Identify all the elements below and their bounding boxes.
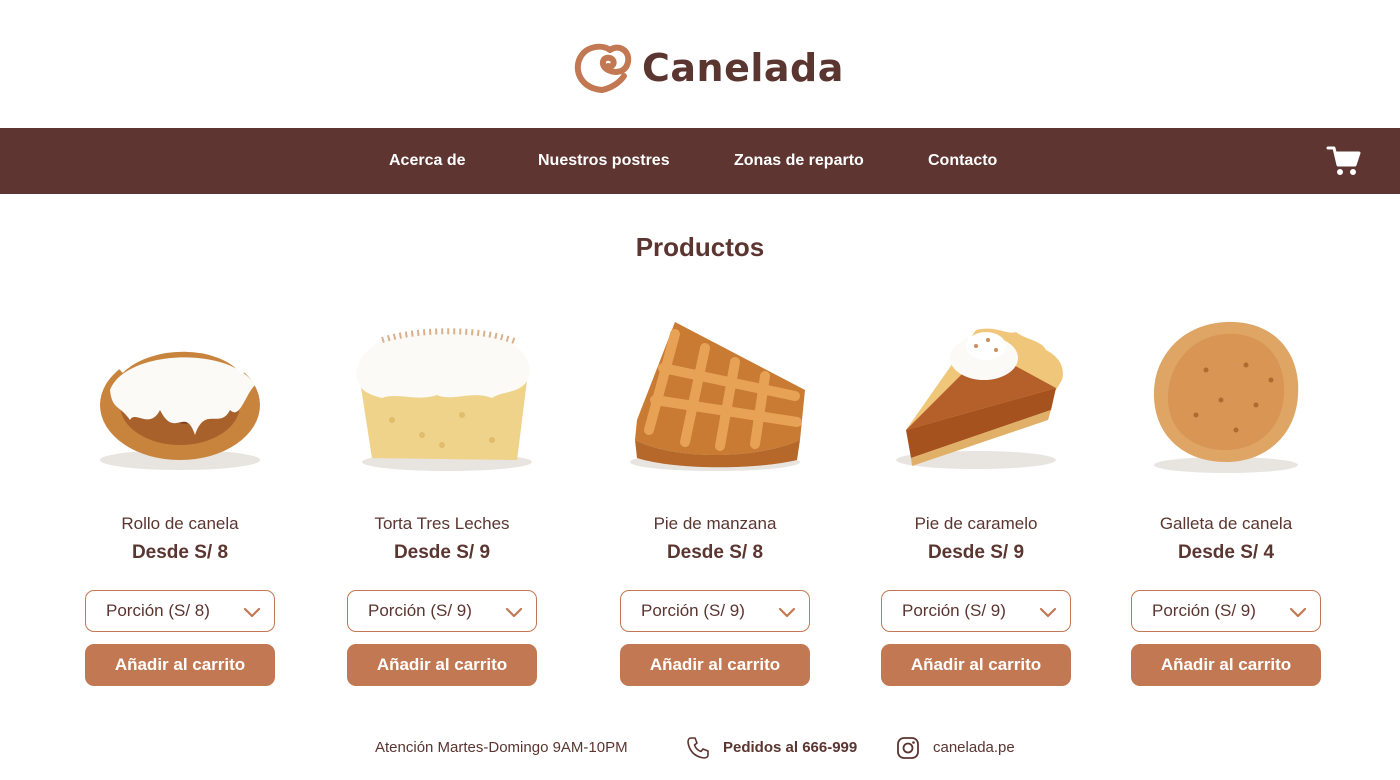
product-price: Desde S/ 9 — [393, 542, 491, 563]
add-to-cart-button[interactable]: Añadir al carrito — [85, 644, 275, 686]
add-to-cart-button[interactable]: Añadir al carrito — [347, 644, 537, 686]
page-title: Productos — [635, 232, 765, 262]
portion-select[interactable]: Porción (S/ 9) — [620, 590, 810, 632]
product-price: Desde S/ 9 — [927, 542, 1025, 563]
apple-pie-slice-image[interactable] — [615, 310, 815, 480]
chevron-down-icon — [243, 607, 261, 618]
chevron-down-icon — [1289, 607, 1307, 618]
portion-select[interactable]: Porción (S/ 9) — [347, 590, 537, 632]
portion-select-value: Porción (S/ 9) — [641, 601, 745, 620]
orders-phone[interactable]: Pedidos al 666-999 — [723, 730, 857, 766]
cinnamon-cookie-image[interactable] — [1126, 310, 1326, 480]
product-card: Torta Tres Leches Desde S/ 9 Porción (S/… — [322, 300, 562, 700]
product-card: Galleta de canela Desde S/ 4 Porción (S/… — [1106, 300, 1346, 700]
brand-name: Canelada — [642, 46, 844, 90]
product-name: Pie de caramelo — [914, 514, 1038, 533]
portion-select[interactable]: Porción (S/ 9) — [1131, 590, 1321, 632]
instagram-icon[interactable] — [896, 736, 920, 760]
product-card: Pie de manzana Desde S/ 8 Porción (S/ 9)… — [595, 300, 835, 700]
tres-leches-cake-image[interactable] — [342, 310, 542, 480]
cinnamon-roll-image[interactable] — [80, 310, 280, 480]
phone-icon — [687, 737, 709, 759]
portion-select-value: Porción (S/ 9) — [1152, 601, 1256, 620]
product-price: Desde S/ 8 — [666, 542, 764, 563]
nav-item-contacto[interactable]: Contacto — [928, 128, 997, 194]
instagram-handle[interactable]: canelada.pe — [933, 730, 1015, 766]
product-name: Pie de manzana — [653, 514, 777, 533]
shopping-cart-icon[interactable] — [1326, 145, 1362, 177]
cinnamon-swirl-heart-icon — [574, 43, 632, 93]
add-to-cart-button[interactable]: Añadir al carrito — [1131, 644, 1321, 686]
product-card: Pie de caramelo Desde S/ 9 Porción (S/ 9… — [856, 300, 1096, 700]
portion-select[interactable]: Porción (S/ 8) — [85, 590, 275, 632]
main-nav: Acerca de Nuestros postres Zonas de repa… — [0, 128, 1400, 194]
site-footer: Atención Martes-Domingo 9AM-10PM Pedidos… — [0, 730, 1400, 766]
product-price: Desde S/ 8 — [131, 542, 229, 563]
portion-select[interactable]: Porción (S/ 9) — [881, 590, 1071, 632]
chevron-down-icon — [1039, 607, 1057, 618]
product-name: Torta Tres Leches — [374, 514, 510, 533]
portion-select-value: Porción (S/ 9) — [368, 601, 472, 620]
site-header: Canelada — [0, 0, 1400, 128]
nav-item-nuestros-postres[interactable]: Nuestros postres — [538, 128, 670, 194]
caramel-pie-slice-image[interactable] — [876, 310, 1076, 480]
chevron-down-icon — [505, 607, 523, 618]
opening-hours: Atención Martes-Domingo 9AM-10PM — [375, 739, 628, 756]
product-name: Rollo de canela — [121, 514, 239, 533]
nav-item-zonas-de-reparto[interactable]: Zonas de reparto — [734, 128, 864, 194]
product-name: Galleta de canela — [1159, 514, 1293, 533]
product-price: Desde S/ 4 — [1177, 542, 1275, 563]
chevron-down-icon — [778, 607, 796, 618]
nav-item-acerca-de[interactable]: Acerca de — [389, 128, 466, 194]
portion-select-value: Porción (S/ 8) — [106, 601, 210, 620]
add-to-cart-button[interactable]: Añadir al carrito — [620, 644, 810, 686]
brand-logo[interactable]: Canelada — [572, 40, 844, 96]
product-card: Rollo de canela Desde S/ 8 Porción (S/ 8… — [60, 300, 300, 700]
add-to-cart-button[interactable]: Añadir al carrito — [881, 644, 1071, 686]
portion-select-value: Porción (S/ 9) — [902, 601, 1006, 620]
